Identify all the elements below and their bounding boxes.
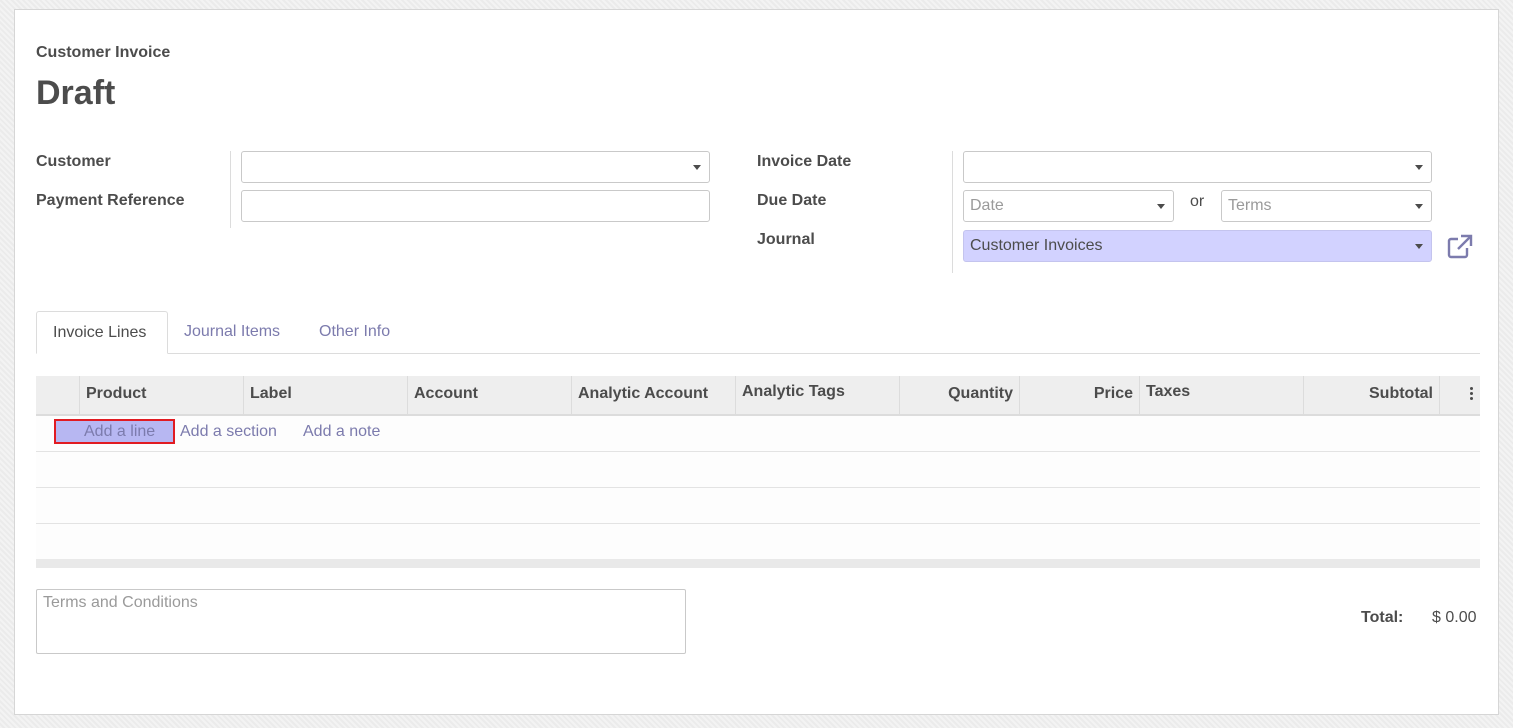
journal-label: Journal [757,231,815,248]
or-label: or [1190,193,1205,210]
invoice-date-field[interactable] [963,151,1432,183]
page-title: Draft [36,74,116,112]
tab-invoice-lines[interactable]: Invoice Lines [36,311,168,354]
payment-reference-field[interactable] [241,190,710,222]
column-label[interactable]: Label [243,376,407,414]
column-account[interactable]: Account [407,376,571,414]
total-value: $ 0.00 [1432,609,1477,626]
column-analytic-tags[interactable]: Analytic Tags [735,376,899,414]
journal-field[interactable]: Customer Invoices [963,230,1432,262]
customer-field[interactable] [241,151,710,183]
table-footer [36,559,1480,568]
add-line-button[interactable]: Add a line [84,421,155,443]
kebab-icon [1470,387,1474,402]
column-analytic-account[interactable]: Analytic Account [571,376,735,414]
terms-and-conditions-field[interactable]: Terms and Conditions [36,589,686,654]
column-options[interactable] [1439,376,1480,414]
customer-label: Customer [36,153,111,170]
table-row [36,488,1480,524]
column-price[interactable]: Price [1019,376,1139,414]
column-product[interactable]: Product [79,376,243,414]
payment-reference-label: Payment Reference [36,192,185,209]
add-note-button[interactable]: Add a note [303,421,380,443]
column-taxes[interactable]: Taxes [1139,376,1303,414]
external-link-icon[interactable] [1446,234,1474,260]
column-subtotal[interactable]: Subtotal [1303,376,1439,414]
add-section-button[interactable]: Add a section [180,421,277,443]
due-date-field[interactable]: Date [963,190,1174,222]
table-row [36,524,1480,560]
column-quantity[interactable]: Quantity [899,376,1019,414]
tab-journal-items[interactable]: Journal Items [168,311,296,354]
payment-terms-placeholder: Terms [1228,197,1272,214]
document-type: Customer Invoice [36,44,171,61]
field-separator [952,151,953,273]
table-row [36,452,1480,488]
due-date-label: Due Date [757,192,827,209]
tab-other-info[interactable]: Other Info [303,311,406,354]
invoice-lines-header: Product Label Account Analytic Account A… [36,376,1480,416]
payment-terms-field[interactable]: Terms [1221,190,1432,222]
due-date-placeholder: Date [970,197,1004,214]
field-separator [230,151,231,228]
total-label: Total: [1361,609,1404,626]
invoice-date-label: Invoice Date [757,153,852,170]
invoice-form-sheet: Customer Invoice Draft Customer Payment … [14,9,1499,715]
